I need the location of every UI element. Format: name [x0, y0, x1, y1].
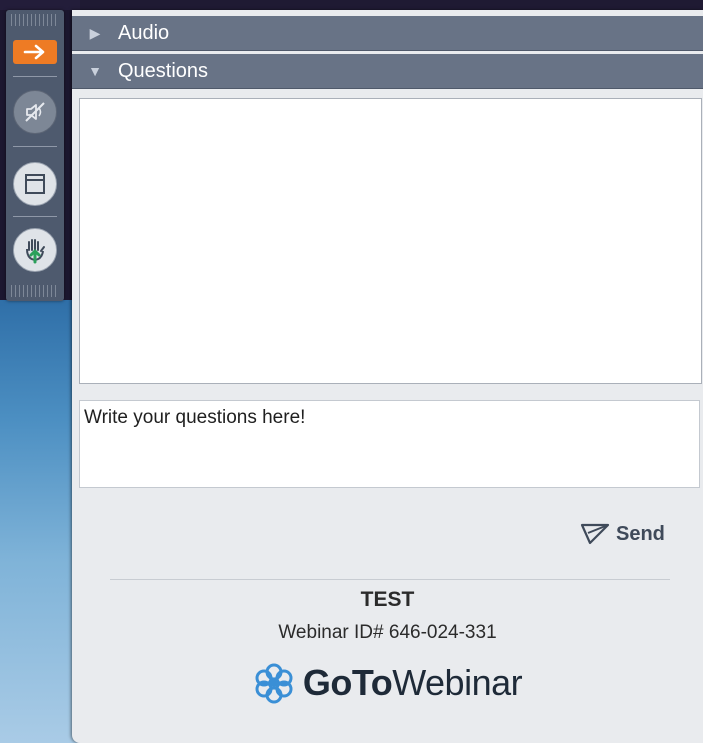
questions-log-area[interactable]: [79, 98, 702, 384]
toolbar-separator: [13, 216, 57, 217]
audio-section-header[interactable]: ▶ Audio: [72, 16, 703, 51]
show-screen-button[interactable]: [13, 162, 57, 206]
control-toolbar: [6, 10, 64, 301]
toolbar-separator: [13, 76, 57, 77]
divider: [110, 579, 670, 580]
send-icon: [580, 523, 610, 545]
questions-section-label: Questions: [118, 59, 209, 82]
send-button[interactable]: Send: [580, 522, 665, 546]
toolbar-separator: [13, 146, 57, 147]
window-icon: [25, 174, 45, 194]
audio-section-label: Audio: [118, 21, 170, 44]
webinar-title: TEST: [360, 588, 415, 611]
arrow-right-icon: [23, 44, 45, 60]
raise-hand-icon: [26, 239, 45, 264]
question-input[interactable]: [79, 400, 700, 488]
desktop-top-strip: [0, 0, 80, 10]
webinar-id: Webinar ID# 646-024-331: [278, 622, 497, 643]
expanded-triangle-icon: ▼: [88, 63, 102, 79]
expand-panel-button[interactable]: [13, 40, 57, 64]
brand-name-bold: GoTo: [302, 662, 393, 703]
toolbar-drag-grip-top[interactable]: [11, 14, 59, 26]
control-panel: ▶ Audio ▼ Questions Send TEST Webinar ID…: [72, 10, 703, 743]
raise-hand-button[interactable]: [13, 228, 57, 272]
mute-audio-button[interactable]: [13, 90, 57, 134]
send-label: Send: [616, 522, 665, 545]
muted-speaker-icon: [25, 102, 45, 122]
questions-section-header[interactable]: ▼ Questions: [72, 54, 703, 89]
gotowebinar-wordmark: GoToWebinar: [302, 662, 523, 704]
toolbar-drag-grip-bottom[interactable]: [11, 285, 59, 297]
brand-name-light: Webinar: [392, 662, 523, 703]
gotowebinar-flower-icon: [255, 663, 293, 704]
gotowebinar-logo: GoToWebinar: [72, 662, 703, 704]
collapsed-triangle-icon: ▶: [89, 24, 101, 41]
